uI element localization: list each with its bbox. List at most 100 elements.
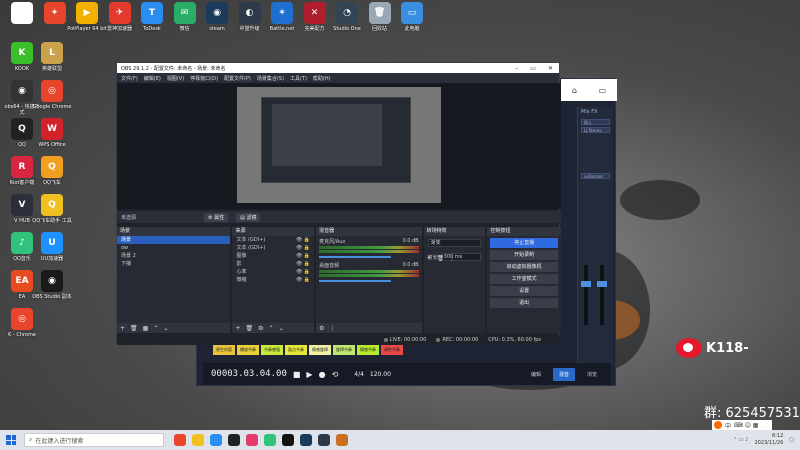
trash-icon[interactable]: 🗑 — [246, 325, 254, 332]
window-icon[interactable]: ▭ — [599, 86, 607, 95]
visibility-lock-icon[interactable]: 👁 🔒 — [296, 236, 310, 244]
source-item[interactable]: 微缩 👁 🔒 — [232, 276, 314, 284]
wechat-taskbar-icon[interactable] — [264, 434, 276, 446]
play-icon[interactable]: ▶ — [306, 370, 312, 379]
desktop-icon[interactable]: ◎ K - Chrome — [2, 308, 42, 338]
visibility-lock-icon[interactable]: 👁 🔒 — [296, 260, 310, 268]
qq-taskbar-icon[interactable] — [282, 434, 294, 446]
menu-item[interactable]: 文件(F) — [121, 75, 138, 82]
source-item[interactable]: 图像 👁 🔒 — [232, 252, 314, 260]
menu-item[interactable]: 编辑(E) — [144, 75, 161, 82]
ime-tools-icon[interactable]: ⌨ ☺ ▦ — [734, 422, 758, 429]
visibility-lock-icon[interactable]: 👁 🔒 — [296, 276, 310, 284]
add-icon[interactable]: + — [427, 255, 432, 262]
gear-icon[interactable]: ⚙ — [258, 325, 263, 332]
up-icon[interactable]: ⌃ — [269, 325, 274, 332]
tab-edit[interactable]: 编辑 — [525, 368, 547, 381]
desktop-icon[interactable]: U UU加速器 — [32, 232, 72, 262]
tray-icons[interactable]: ⌃ ▭ ♪ — [733, 437, 748, 443]
arrangement-marker[interactable]: 情感旋律 — [309, 345, 331, 355]
chrome-taskbar-icon[interactable] — [174, 434, 186, 446]
volume-slider[interactable] — [319, 256, 391, 258]
arrangement-marker[interactable]: 原生内容 — [213, 345, 235, 355]
menu-item[interactable]: 停靠窗口(D) — [190, 75, 218, 82]
scene-item[interactable]: 下播 — [117, 260, 230, 268]
menu-item[interactable]: 帮助(H) — [313, 75, 331, 82]
tab-mix[interactable]: 混音 — [552, 367, 575, 381]
record-icon[interactable]: ● — [319, 370, 326, 379]
trash-icon[interactable]: 🗑 — [130, 325, 138, 332]
transition-select[interactable]: 渐变 — [427, 239, 482, 247]
visibility-lock-icon[interactable]: 👁 🔒 — [296, 244, 310, 252]
filter-icon[interactable]: ▦ — [143, 325, 149, 332]
notification-icon[interactable]: ▢ — [789, 437, 794, 443]
menu-item[interactable]: 场景集合(S) — [257, 75, 284, 82]
todesk-taskbar-icon[interactable] — [210, 434, 222, 446]
desktop-icon[interactable]: Q QQ飞车 — [32, 156, 72, 186]
more-icon[interactable]: ⋮ — [330, 325, 336, 332]
close-icon[interactable]: ✕ — [548, 65, 553, 72]
source-item[interactable]: 影 👁 🔒 — [232, 260, 314, 268]
source-item[interactable]: 文本 (GDI+) 👁 🔒 — [232, 236, 314, 244]
minimize-icon[interactable]: – — [515, 65, 518, 72]
scene-item[interactable]: 场景 — [117, 236, 231, 244]
app-taskbar-icon[interactable] — [246, 434, 258, 446]
clock[interactable]: 8:12 2023/11/26 — [754, 433, 783, 447]
trash-icon[interactable]: 🗑 — [437, 255, 445, 262]
gear-icon[interactable]: ⚙ — [319, 325, 324, 332]
arrangement-marker[interactable]: 情感节奏 — [357, 345, 379, 355]
menu-item[interactable]: 视图(V) — [167, 75, 184, 82]
visibility-lock-icon[interactable]: 👁 🔒 — [296, 268, 310, 276]
stop-icon[interactable]: ■ — [293, 370, 301, 379]
control-button[interactable]: 开始录制 — [490, 250, 558, 260]
properties-button[interactable]: ⚙ 属性 — [204, 212, 229, 222]
add-icon[interactable]: + — [235, 325, 240, 332]
filters-button[interactable]: ▤ 滤镜 — [236, 212, 261, 222]
desktop-icon[interactable]: L 英雄联盟 — [32, 42, 72, 72]
explorer-taskbar-icon[interactable] — [192, 434, 204, 446]
maximize-icon[interactable]: ▭ — [530, 65, 536, 72]
taskbar-search[interactable]: ⌕ 在此键入进行搜索 — [24, 433, 164, 447]
up-icon[interactable]: ⌃ — [153, 325, 158, 332]
windows-start-icon[interactable] — [4, 433, 18, 447]
down-icon[interactable]: ⌄ — [279, 325, 284, 332]
insert-chip[interactable]: 插入 — [581, 119, 610, 125]
ime-toolbar[interactable]: 中 ⌨ ☺ ▦ — [712, 420, 772, 430]
obs-window[interactable]: OBS 29.1.2 - 配置文件: 未命名 - 场景: 未命名 – ▭ ✕ 文… — [116, 62, 561, 345]
arrangement-marker[interactable]: 调性节奏 — [381, 345, 403, 355]
desktop-icon[interactable]: ▭ 此电脑 — [392, 2, 432, 32]
desktop-icon[interactable]: W WPS Office — [32, 118, 72, 148]
home-icon[interactable]: ⌂ — [572, 86, 577, 95]
more-icon[interactable]: ⋮ — [449, 255, 455, 262]
control-button[interactable]: 退出 — [490, 298, 558, 308]
source-item[interactable]: 文本 (GDI+) 👁 🔒 — [232, 244, 314, 252]
studio-one-taskbar-icon[interactable] — [336, 434, 348, 446]
volume-slider[interactable] — [319, 280, 391, 282]
obs-preview[interactable] — [117, 83, 561, 209]
source-item[interactable]: 心率 👁 🔒 — [232, 268, 314, 276]
menu-item[interactable]: 工具(T) — [290, 75, 307, 82]
fader[interactable] — [597, 265, 607, 325]
insert-chip[interactable]: vsDender — [581, 173, 610, 179]
control-button[interactable]: 工作室模式 — [490, 274, 558, 284]
arrangement-marker[interactable]: 旋律节奏 — [333, 345, 355, 355]
control-button[interactable]: 启动虚拟摄像机 — [490, 262, 558, 272]
scene-item[interactable]: ow — [117, 244, 230, 252]
steam-taskbar-icon[interactable] — [300, 434, 312, 446]
desktop-icon[interactable]: Q QQ飞车助手 工具 — [32, 194, 72, 224]
visibility-lock-icon[interactable]: 👁 🔒 — [296, 252, 310, 260]
insert-chip[interactable]: LJ Stereo — [581, 127, 610, 133]
arrangement-marker[interactable]: 鼓点节奏 — [285, 345, 307, 355]
tab-browse[interactable]: 浏览 — [581, 368, 603, 381]
arrangement-marker[interactable]: 播放节奏 — [237, 345, 259, 355]
scene-item[interactable]: 场景 2 — [117, 252, 230, 260]
app-taskbar-icon[interactable] — [318, 434, 330, 446]
down-icon[interactable]: ⌄ — [163, 325, 168, 332]
obs-taskbar-icon[interactable] — [228, 434, 240, 446]
fader[interactable] — [581, 265, 591, 325]
desktop-icon[interactable]: ◎ Google Chrome — [32, 80, 72, 110]
control-button[interactable]: 设置 — [490, 286, 558, 296]
add-icon[interactable]: + — [120, 325, 125, 332]
menu-item[interactable]: 配置文件(P) — [224, 75, 251, 82]
desktop-icon[interactable]: ◉ OBS Studio 副本 — [32, 270, 72, 300]
